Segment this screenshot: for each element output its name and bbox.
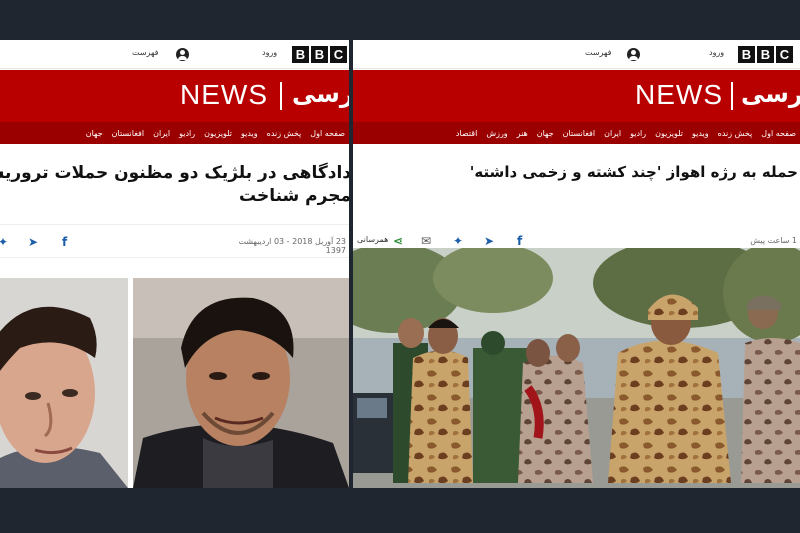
article-date: 23 آوریل 2018 - 03 اردیبهشت 1397 xyxy=(238,237,346,255)
menu-link[interactable]: فهرست xyxy=(585,48,611,57)
nav-item[interactable]: تلویزیون xyxy=(655,129,683,138)
article-headline: حمله به رژه اهواز 'چند کشته و زخمی داشته… xyxy=(469,163,798,181)
share-row: f ➤ ✦ 23 آوریل 2018 - 03 اردیبهشت 1397 xyxy=(0,224,349,258)
top-bar: فهرست ورود B B C xyxy=(0,40,349,69)
nav-item[interactable]: پخش زنده xyxy=(267,129,302,138)
news-wordmark[interactable]: NEWS xyxy=(635,79,723,111)
nav-item[interactable]: صفحه اول xyxy=(310,129,345,138)
banner-divider xyxy=(731,82,733,110)
nav-item[interactable]: رادیو xyxy=(179,129,195,138)
bbc-logo-letter: B xyxy=(757,46,774,63)
bbc-logo-letter: C xyxy=(330,46,347,63)
suspect-photo-2 xyxy=(133,278,349,488)
bbc-logo-letter: B xyxy=(292,46,309,63)
nav-item[interactable]: جهان xyxy=(537,129,554,138)
top-bar: فهرست ورود B B C xyxy=(353,40,800,69)
right-article-screenshot: فهرست ورود B B C NEWS فارسی صفحه اول پخش… xyxy=(353,40,800,488)
twitter-icon[interactable]: ✦ xyxy=(453,234,463,248)
headline-line: مجرم شناخت xyxy=(238,185,349,206)
twitter-icon[interactable]: ✦ xyxy=(0,235,8,249)
banner-divider xyxy=(280,82,282,110)
nav-item[interactable]: ویدیو xyxy=(241,129,258,138)
nav-item[interactable]: افغانستان xyxy=(112,129,144,138)
facebook-icon[interactable]: f xyxy=(517,234,522,248)
menu-link[interactable]: فهرست xyxy=(132,48,158,57)
left-article-screenshot: فهرست ورود B B C NEWS فارسی صفحه اول پخش… xyxy=(0,40,349,488)
bbc-logo[interactable]: B B C xyxy=(738,46,793,63)
nav-bar: صفحه اول پخش زنده ویدیو تلویزیون رادیو ا… xyxy=(0,122,349,144)
nav-item[interactable]: اقتصاد xyxy=(456,129,477,138)
nav-item[interactable]: رادیو xyxy=(630,129,646,138)
telegram-icon[interactable]: ➤ xyxy=(484,234,494,248)
share-label[interactable]: همرسانی xyxy=(357,235,388,244)
news-banner: NEWS فارسی xyxy=(353,70,800,122)
bbc-logo[interactable]: B B C xyxy=(292,46,347,63)
share-icon[interactable]: ⋖ xyxy=(393,234,403,248)
nav-item[interactable]: افغانستان xyxy=(563,129,595,138)
bbc-logo-letter: B xyxy=(311,46,328,63)
nav-item[interactable]: ورزش xyxy=(486,129,507,138)
nav-item[interactable]: پخش زنده xyxy=(718,129,753,138)
headline-line: دادگاهی در بلژیک دو مظنون حملات تروریستی xyxy=(0,163,349,183)
bbc-logo-letter: B xyxy=(738,46,755,63)
persian-wordmark[interactable]: فارسی xyxy=(292,80,349,108)
news-banner: NEWS فارسی xyxy=(0,70,349,122)
parade-attack-photo xyxy=(353,248,800,488)
login-link[interactable]: ورود xyxy=(709,48,724,57)
nav-item[interactable]: ایران xyxy=(604,129,621,138)
nav-item[interactable]: ایران xyxy=(153,129,170,138)
suspect-photo-1 xyxy=(0,278,128,488)
email-icon[interactable]: ✉ xyxy=(421,234,431,248)
nav-item[interactable]: صفحه اول xyxy=(761,129,796,138)
user-icon[interactable] xyxy=(627,48,640,61)
nav-item[interactable]: جهان xyxy=(86,129,103,138)
telegram-icon[interactable]: ➤ xyxy=(28,235,38,249)
nav-item[interactable]: هنر xyxy=(517,129,528,138)
bbc-logo-letter: C xyxy=(776,46,793,63)
user-icon[interactable] xyxy=(176,48,189,61)
persian-wordmark[interactable]: فارسی xyxy=(741,80,800,108)
article-time: 1 ساعت پیش xyxy=(750,236,797,245)
nav-bar: صفحه اول پخش زنده ویدیو تلویزیون رادیو ا… xyxy=(353,122,800,144)
nav-item[interactable]: تلویزیون xyxy=(204,129,232,138)
nav-item[interactable]: ویدیو xyxy=(692,129,709,138)
article-headline: دادگاهی در بلژیک دو مظنون حملات تروریستی… xyxy=(0,162,349,208)
login-link[interactable]: ورود xyxy=(262,48,277,57)
news-wordmark[interactable]: NEWS xyxy=(180,79,268,111)
facebook-icon[interactable]: f xyxy=(62,235,67,249)
